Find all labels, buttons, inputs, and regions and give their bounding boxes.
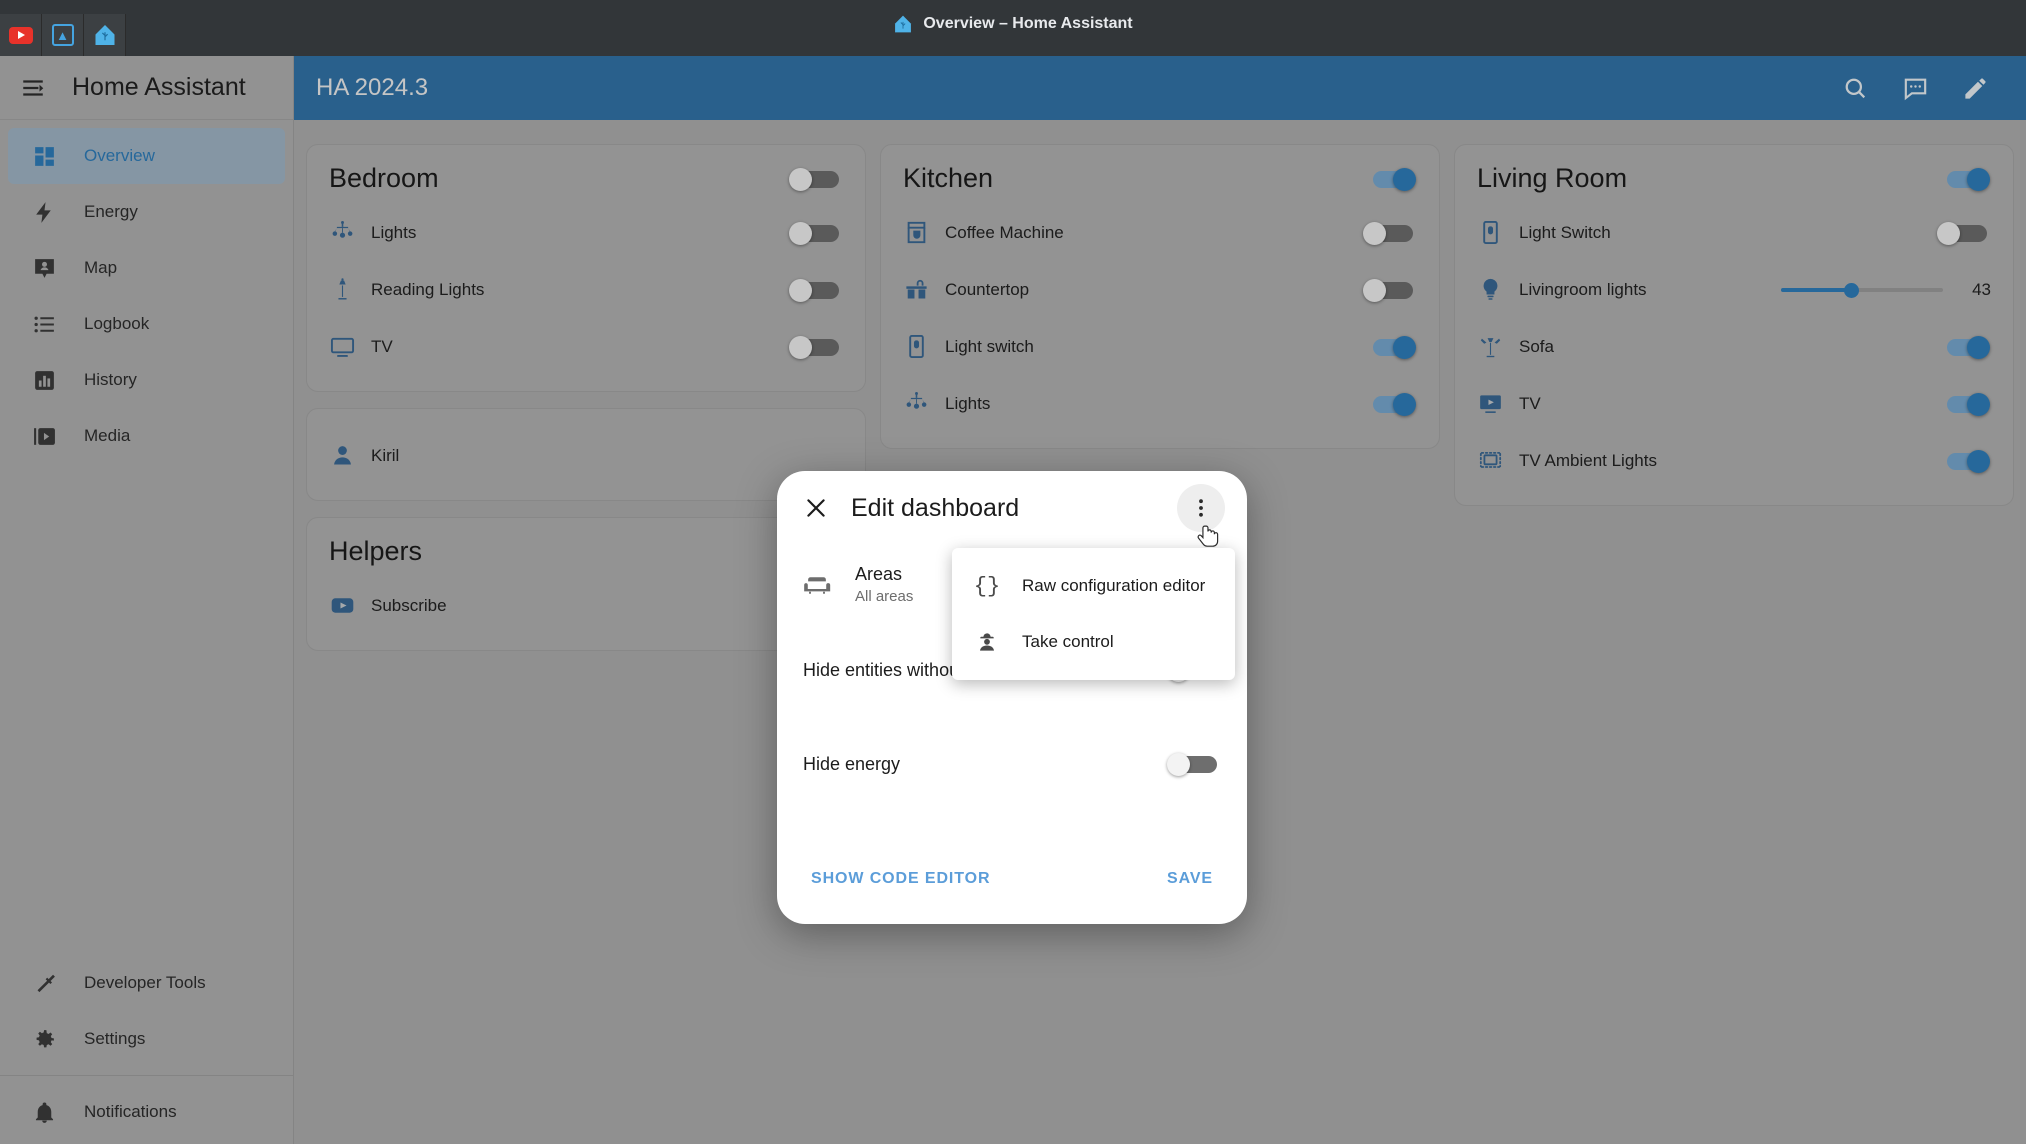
dialog-actions: SHOW CODE EDITOR SAVE — [777, 860, 1247, 924]
toggle-knob — [1167, 753, 1190, 776]
pinned-tab-blue-app[interactable]: ▲ — [42, 14, 84, 56]
window-title-text: Overview – Home Assistant — [923, 15, 1133, 32]
dialog-areas-title: Areas — [855, 563, 903, 584]
edit-dashboard-dialog: Edit dashboard Areas All areas Hide enti… — [777, 471, 1247, 924]
save-button[interactable]: SAVE — [1167, 870, 1213, 888]
menu-item-label: Take control — [1022, 632, 1114, 651]
code-braces-icon: {} — [973, 573, 1001, 599]
hide-energy-toggle[interactable] — [1167, 753, 1221, 776]
home-assistant-icon — [93, 23, 117, 47]
dialog-header: Edit dashboard — [777, 471, 1247, 545]
dialog-setting-hide-energy: Hide energy — [803, 717, 1221, 811]
sofa-icon — [803, 570, 855, 598]
pinned-tab-home-assistant[interactable] — [84, 14, 126, 56]
close-icon[interactable] — [799, 491, 833, 525]
figure-icon: ▲ — [51, 24, 74, 46]
browser-chrome: ▲ Overview – Home Assistant — [0, 0, 2026, 56]
home-assistant-icon — [893, 14, 913, 34]
menu-item-take-control[interactable]: Take control — [952, 614, 1235, 670]
home-assistant-app: Home Assistant Overview Energy Map Logbo… — [0, 56, 2026, 1144]
dialog-title: Edit dashboard — [851, 493, 1020, 522]
account-hard-hat-icon — [974, 630, 1000, 654]
dialog-areas-text: Areas All areas — [855, 564, 913, 605]
youtube-icon — [8, 26, 33, 44]
menu-item-raw-configuration-editor[interactable]: {} Raw configuration editor — [952, 558, 1235, 614]
pinned-tab-youtube[interactable] — [0, 14, 42, 56]
menu-item-label: Raw configuration editor — [1022, 576, 1206, 595]
setting-label: Hide energy — [803, 753, 901, 774]
show-code-editor-button[interactable]: SHOW CODE EDITOR — [811, 870, 990, 888]
dots-vertical-icon[interactable] — [1177, 484, 1225, 532]
dashboard-overflow-menu: {} Raw configuration editor Take control — [952, 548, 1235, 680]
dialog-areas-subtitle: All areas — [855, 587, 914, 605]
window-title-bar: Overview – Home Assistant — [0, 14, 2026, 34]
pinned-tab-strip: ▲ — [0, 0, 126, 56]
